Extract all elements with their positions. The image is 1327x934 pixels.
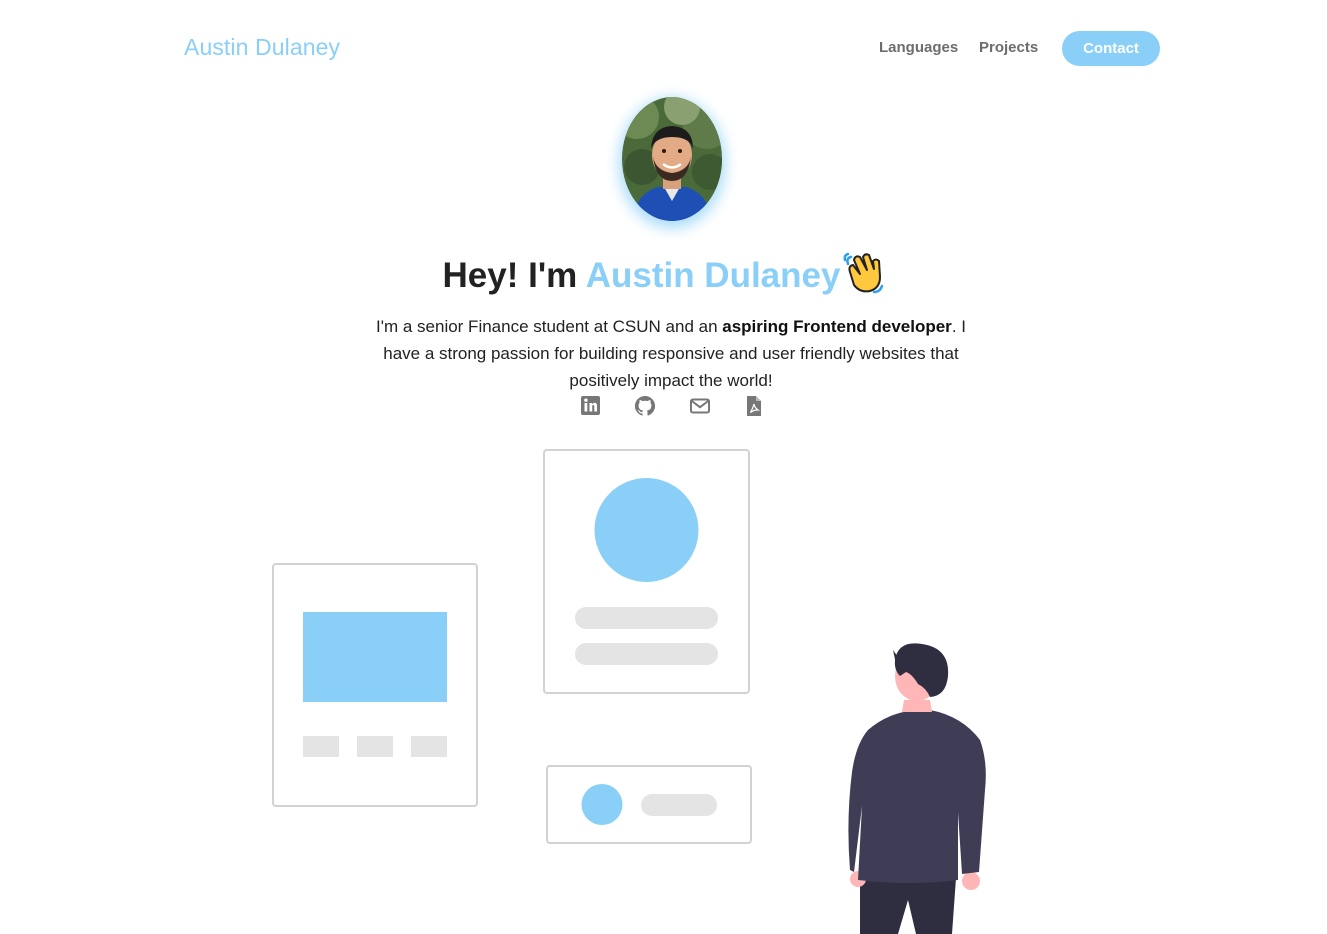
- hero-illustration: [272, 449, 986, 934]
- page: Austin Dulaney Languages Projects Contac…: [0, 0, 1327, 934]
- illustration-card-left: [272, 563, 478, 807]
- illustration-card-profile: [543, 449, 750, 694]
- illustration-card-small: [546, 765, 752, 844]
- illustration-person: [848, 643, 986, 934]
